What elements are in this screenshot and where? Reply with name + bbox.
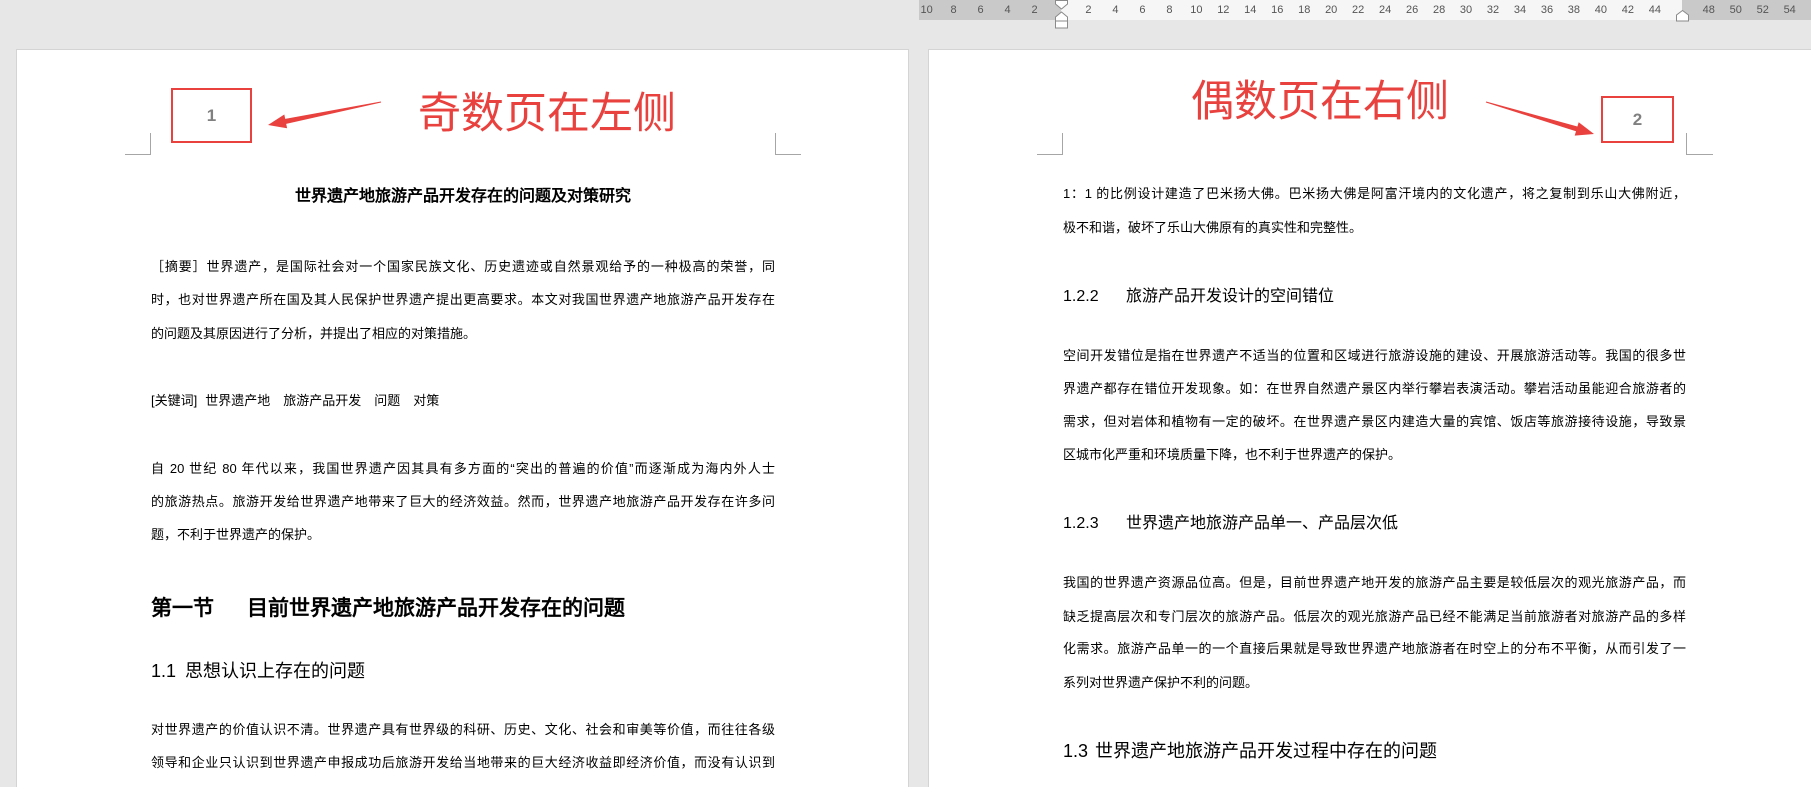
- section-heading: 目前世界遗产地旅游产品开发存在的问题: [247, 597, 625, 620]
- ruler-number: 10: [920, 4, 933, 16]
- margin-corner-mark: [125, 133, 151, 155]
- margin-corner-mark: [1686, 133, 1713, 155]
- keyword: 对策: [413, 393, 440, 408]
- keywords-label: [关键词]: [151, 393, 198, 408]
- ruler-number: 8: [1166, 4, 1173, 16]
- ruler-number: 2: [1085, 4, 1092, 16]
- ruler-number: 14: [1244, 4, 1257, 16]
- heading-text: 世界遗产地旅游产品单一、产品层次低: [1126, 515, 1399, 532]
- paragraph-line: 需求，但对岩体和植物有一定的破坏。在世界遗产景区内建造大量的宾馆、饭店等旅游接待…: [1063, 414, 1686, 429]
- paragraph-line: 1：1 的比例设计建造了巴米扬大佛。巴米扬大佛是阿富汗境内的文化遗产，将之复制到…: [1063, 186, 1686, 201]
- ruler-number: 38: [1567, 4, 1581, 16]
- subsection-heading: 思想认识上存在的问题: [185, 661, 365, 681]
- heading-number: 1.2.3: [1063, 515, 1099, 532]
- ruler-number: 52: [1756, 4, 1769, 16]
- keyword: 问题: [374, 393, 401, 408]
- ruler-number: 10: [1190, 4, 1203, 16]
- ruler-number: 30: [1459, 4, 1473, 16]
- ruler-number: 26: [1405, 4, 1419, 16]
- paragraph-line: 极不和谐，破坏了乐山大佛原有的真实性和完整性。: [1063, 220, 1363, 235]
- ruler-number: 16: [1271, 4, 1284, 16]
- ruler-number: 18: [1298, 4, 1311, 16]
- page-number: 2: [1632, 109, 1643, 129]
- ruler-number: 40: [1594, 4, 1608, 16]
- ruler-number: 28: [1432, 4, 1446, 16]
- ruler-number: 22: [1352, 4, 1365, 16]
- paragraph-line: 对世界遗产的价值认识不清。世界遗产具有世界级的科研、历史、文化、社会和审美等价值…: [151, 722, 775, 737]
- paragraph-line: 我国的世界遗产资源品位高。但是，目前世界遗产地开发的旅游产品主要是较低层次的观光…: [1063, 575, 1686, 590]
- ruler-number: 6: [1139, 4, 1146, 16]
- keyword: 世界遗产地: [205, 393, 271, 408]
- ruler-number: 4: [1112, 4, 1119, 16]
- paragraph-line: 领导和企业只认识到世界遗产申报成功后旅游开发给当地带来的巨大经济收益即经济价值，…: [151, 755, 775, 770]
- paragraph-line: 化需求。旅游产品单一的一个直接后果就是导致世界遗产地旅游者在时空上的分布不平衡，…: [1063, 641, 1686, 656]
- document-title: 世界遗产地旅游产品开发存在的问题及对策研究: [294, 188, 631, 205]
- keywords-line: [关键词] 世界遗产地 旅游产品开发 问题 对策: [151, 391, 775, 411]
- subsection-number: 1.1: [151, 661, 177, 681]
- abstract-line: ［摘要］世界遗产，是国际社会对一个国家民族文化、历史遗迹或自然景观给予的一种极高…: [151, 259, 775, 274]
- page-number: 1: [206, 105, 217, 125]
- right-indent-icon[interactable]: [1676, 9, 1689, 22]
- heading-number: 1.3: [1063, 741, 1089, 761]
- ruler-number: 36: [1540, 4, 1554, 16]
- ruler-number: 50: [1729, 4, 1742, 16]
- abstract-line: 的问题及其原因进行了分析，并提出了相应的对策措施。: [151, 326, 477, 341]
- ruler-number: 24: [1379, 4, 1392, 16]
- heading-number: 1.2.2: [1063, 288, 1099, 305]
- paragraph-line: 系列对世界遗产保护不利的问题。: [1063, 675, 1259, 690]
- keyword: 旅游产品开发: [283, 393, 362, 408]
- margin-corner-mark: [1037, 133, 1063, 155]
- ruler-number: 12: [1217, 4, 1230, 16]
- ruler-left-margin: [919, 0, 1061, 20]
- ruler-number: 2: [1031, 4, 1038, 16]
- paragraph-line: 题，不利于世界遗产的保护。: [151, 527, 321, 542]
- page-number-highlight-box: 2: [1601, 96, 1674, 143]
- paragraph-line: 区城市化严重和环境质量下降，也不利于世界遗产的保护。: [1063, 447, 1402, 462]
- annotation-label: 偶数页在右侧: [1191, 79, 1449, 126]
- document-workspace[interactable]: 10 8 6 4 2 2 4 6 8 10 12 14 16 18 20 22 24 26 28 30 32 34 36 38…: [0, 0, 1811, 787]
- paragraph-line: 空间开发错位是指在世界遗产不适当的位置和区域进行旅游设施的建设、开展旅游活动等。…: [1063, 348, 1686, 363]
- ruler-text-area: [1061, 0, 1682, 20]
- page-number-highlight-box: 1: [171, 88, 252, 143]
- indent-hourglass-icon[interactable]: [1055, 0, 1068, 30]
- heading-text: 旅游产品开发设计的空间错位: [1126, 288, 1335, 305]
- section-number: 第一节: [151, 597, 214, 620]
- paragraph-line: 界遗产都存在错位开发现象。如：在世界自然遗产景区内举行攀岩表演活动。攀岩活动虽能…: [1063, 381, 1686, 396]
- ruler-number: 48: [1702, 4, 1715, 16]
- paragraph-line: 缺乏提高层次和专门层次的旅游产品。低层次的观光旅游产品已经不能满足当前旅游者对旅…: [1063, 609, 1686, 624]
- ruler-number: 4: [1004, 4, 1011, 16]
- paragraph-line: 的旅游热点。旅游开发给世界遗产地带来了巨大的经济效益。然而，世界遗产地旅游产品开…: [151, 494, 775, 509]
- ruler-number: 34: [1513, 4, 1527, 16]
- ruler-number: 20: [1325, 4, 1338, 16]
- annotation-label: 奇数页在左侧: [418, 91, 676, 138]
- ruler-number: 44: [1648, 4, 1661, 16]
- heading-text: 世界遗产地旅游产品开发过程中存在的问题: [1095, 741, 1437, 761]
- ruler-number: 6: [977, 4, 984, 16]
- ruler-number: 8: [950, 4, 957, 16]
- ruler-number: 54: [1783, 4, 1796, 16]
- abstract-line: 时，也对世界遗产所在国及其人民保护世界遗产提出更高要求。本文对我国世界遗产地旅游…: [151, 292, 775, 307]
- paragraph-line: 自 20 世纪 80 年代以来，我国世界遗产因其具有多方面的“突出的普遍的价值”…: [151, 461, 775, 476]
- margin-corner-mark: [775, 133, 801, 155]
- ruler-number: 32: [1486, 4, 1500, 16]
- ruler-number: 42: [1621, 4, 1634, 16]
